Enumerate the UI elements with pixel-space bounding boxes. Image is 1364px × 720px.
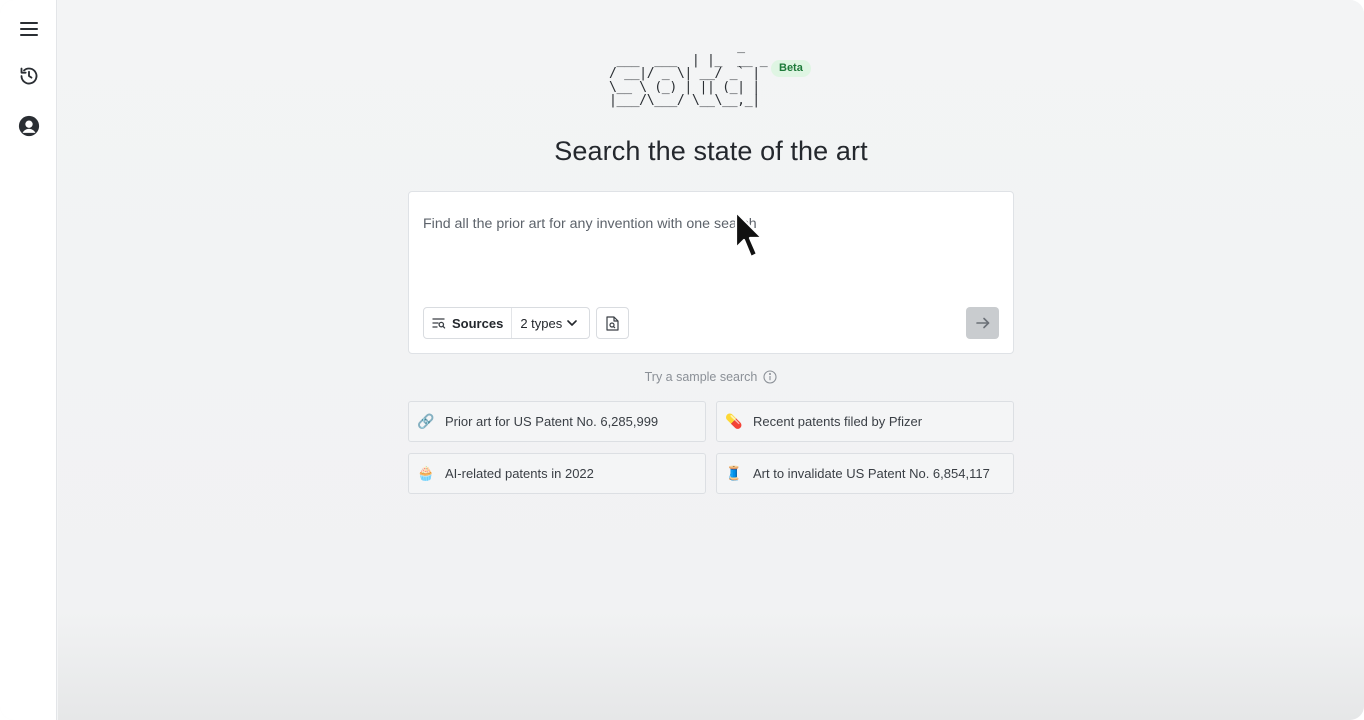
document-search-icon (606, 315, 619, 331)
types-label: 2 types (520, 315, 563, 331)
sample-search-chip[interactable]: 🧵 Art to invalidate US Patent No. 6,854,… (716, 453, 1014, 494)
thread-spool-icon: 🧵 (725, 465, 743, 481)
cupcake-icon: 🧁 (417, 465, 435, 481)
profile-button[interactable] (16, 113, 42, 139)
chevron-down-icon (567, 320, 578, 326)
chip-label: AI-related patents in 2022 (445, 466, 594, 481)
sidebar (0, 0, 57, 720)
types-dropdown[interactable]: 2 types (512, 315, 578, 331)
search-input[interactable] (423, 216, 993, 276)
pill-icon: 💊 (725, 413, 743, 429)
arrow-right-icon (975, 317, 989, 329)
link-icon: 🔗 (417, 413, 435, 429)
sample-search-hint: Try a sample search (408, 370, 1014, 384)
chip-label: Prior art for US Patent No. 6,285,999 (445, 414, 659, 429)
sample-search-chip[interactable]: 🧁 AI-related patents in 2022 (408, 453, 706, 494)
filter-search-icon (432, 318, 446, 329)
sample-search-label: Try a sample search (644, 370, 758, 384)
chip-label: Art to invalidate US Patent No. 6,854,11… (753, 466, 990, 481)
sota-logo: _ ___ ___ | |_ __ _ / __|/ _ \| __/ _` |… (609, 40, 769, 126)
history-icon (20, 67, 38, 85)
info-icon[interactable] (763, 370, 777, 384)
logo-ascii-art: _ ___ ___ | |_ __ _ / __|/ _ \| __/ _` |… (609, 39, 768, 108)
sources-label: Sources (452, 315, 504, 331)
menu-button[interactable] (16, 16, 42, 42)
sources-button[interactable]: Sources (424, 308, 513, 338)
page-title: Search the state of the art (554, 136, 868, 166)
app-window: _ ___ ___ | |_ __ _ / __|/ _ \| __/ _` |… (0, 0, 1364, 720)
profile-icon (18, 115, 40, 137)
beta-badge: Beta (771, 60, 811, 77)
menu-icon (20, 22, 38, 36)
submit-search-button[interactable] (966, 307, 999, 339)
chip-label: Recent patents filed by Pfizer (753, 414, 923, 429)
sample-search-chip[interactable]: 🔗 Prior art for US Patent No. 6,285,999 (408, 401, 706, 442)
history-button[interactable] (16, 63, 42, 89)
sample-search-chip[interactable]: 💊 Recent patents filed by Pfizer (716, 401, 1014, 442)
upload-document-button[interactable] (596, 307, 629, 339)
sources-selector: Sources 2 types (423, 307, 590, 339)
search-panel: Sources 2 types (408, 191, 1014, 354)
